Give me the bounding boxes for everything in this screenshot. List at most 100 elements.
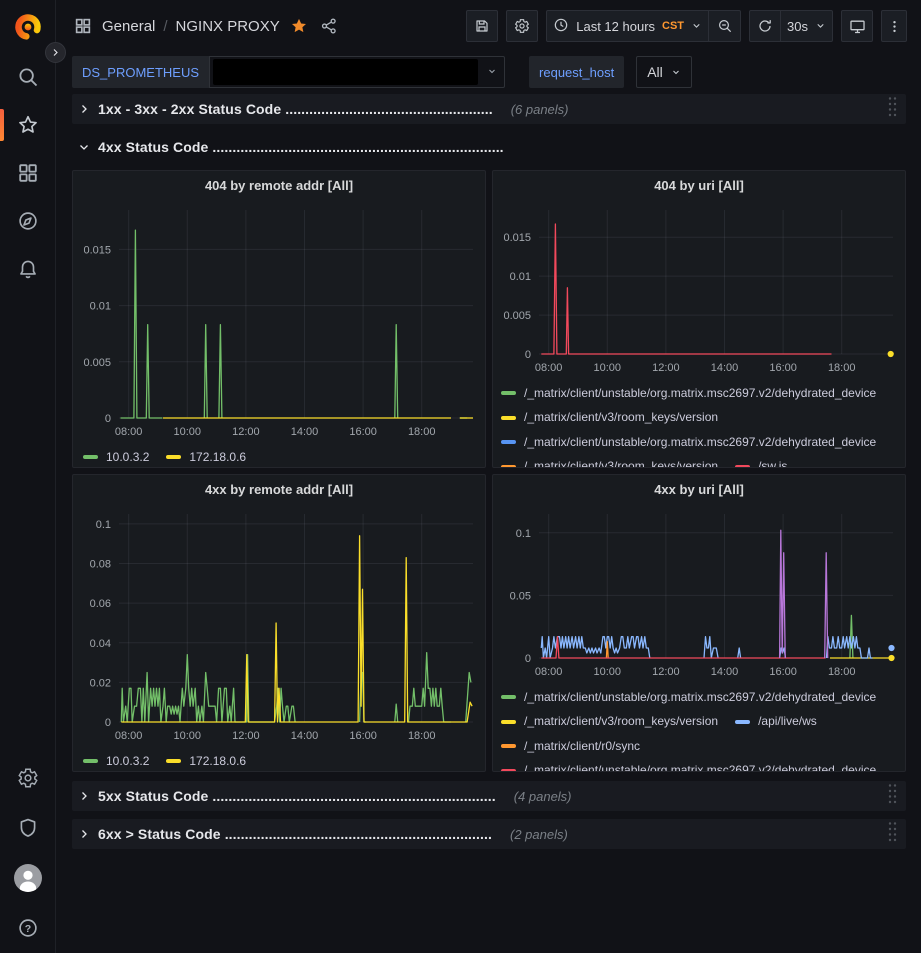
gear-icon bbox=[17, 767, 39, 789]
timezone-label: CST bbox=[662, 20, 684, 32]
legend-label: /_matrix/client/v3/room_keys/version bbox=[524, 710, 718, 733]
row-header-1xx-3xx-2xx[interactable]: 1xx - 3xx - 2xx Status Code ............… bbox=[72, 94, 906, 124]
host-variable-label[interactable]: request_host bbox=[529, 56, 624, 88]
timeseries-chart[interactable]: 00.0050.010.01508:0010:0012:0014:0016:00… bbox=[493, 200, 905, 380]
legend-item[interactable]: /_matrix/client/v3/room_keys/version bbox=[501, 455, 718, 467]
drag-handle-icon[interactable] bbox=[887, 95, 898, 124]
sidebar-item-alerting[interactable] bbox=[0, 252, 55, 286]
dashboard-settings-button[interactable] bbox=[506, 10, 538, 42]
sidebar-item-profile[interactable] bbox=[14, 861, 42, 895]
sidebar-item-server-admin[interactable] bbox=[14, 811, 42, 845]
svg-text:14:00: 14:00 bbox=[291, 426, 319, 438]
legend-swatch bbox=[501, 744, 516, 748]
row-header-6xx[interactable]: 6xx > Status Code ......................… bbox=[72, 819, 906, 849]
svg-text:0: 0 bbox=[525, 653, 531, 665]
svg-text:14:00: 14:00 bbox=[711, 362, 739, 374]
chart-legend: 10.0.3.2 172.18.0.6 bbox=[73, 748, 485, 771]
drag-handle-icon[interactable] bbox=[887, 782, 898, 811]
legend-item[interactable]: /_matrix/client/unstable/org.matrix.msc2… bbox=[501, 686, 876, 709]
datasource-variable-dropdown[interactable] bbox=[209, 56, 505, 88]
svg-text:10:00: 10:00 bbox=[594, 666, 622, 678]
panel-title[interactable]: 404 by uri [All] bbox=[493, 171, 905, 200]
chart-legend: /_matrix/client/unstable/org.matrix.msc2… bbox=[493, 380, 905, 467]
sidebar-item-configuration[interactable] bbox=[14, 761, 42, 795]
legend-item[interactable]: /api/live/ws bbox=[735, 710, 817, 733]
svg-text:18:00: 18:00 bbox=[828, 362, 856, 374]
angle-down-icon bbox=[78, 141, 90, 153]
legend-item[interactable]: /_matrix/client/unstable/org.matrix.msc2… bbox=[501, 382, 876, 405]
legend-label: /_matrix/client/v3/room_keys/version bbox=[524, 406, 718, 429]
sidebar-expand-button[interactable] bbox=[45, 42, 66, 63]
legend-swatch bbox=[501, 391, 516, 395]
legend-item[interactable]: /sw.js bbox=[735, 455, 787, 467]
share-icon[interactable] bbox=[318, 15, 340, 37]
row-header-4xx[interactable]: 4xx Status Code ........................… bbox=[72, 132, 906, 162]
legend-item[interactable]: /_matrix/client/v3/room_keys/version bbox=[501, 406, 718, 429]
timeseries-chart[interactable]: 00.0050.010.01508:0010:0012:0014:0016:00… bbox=[73, 200, 485, 444]
breadcrumb-section[interactable]: General bbox=[102, 18, 155, 35]
host-variable-value: All bbox=[647, 64, 663, 80]
sidebar-item-search[interactable] bbox=[0, 60, 55, 94]
svg-text:0.04: 0.04 bbox=[90, 638, 111, 650]
time-range-picker[interactable]: Last 12 hours CST bbox=[546, 10, 709, 42]
breadcrumb-separator: / bbox=[163, 18, 167, 35]
legend-item[interactable]: 172.18.0.6 bbox=[166, 750, 246, 772]
sidebar-item-starred[interactable] bbox=[0, 108, 55, 142]
datasource-variable-label[interactable]: DS_PROMETHEUS bbox=[72, 56, 209, 88]
sidebar-item-help[interactable]: ? bbox=[14, 911, 42, 945]
panel-title[interactable]: 4xx by remote addr [All] bbox=[73, 475, 485, 504]
legend-swatch bbox=[735, 720, 750, 724]
refresh-interval-label: 30s bbox=[787, 19, 808, 34]
legend-item[interactable]: 10.0.3.2 bbox=[83, 750, 149, 772]
drag-handle-icon[interactable] bbox=[887, 820, 898, 849]
sidebar-item-dashboards[interactable] bbox=[0, 156, 55, 190]
time-range-label: Last 12 hours bbox=[576, 19, 655, 34]
legend-item[interactable]: /_matrix/client/unstable/org.matrix.msc2… bbox=[501, 431, 876, 454]
legend-item[interactable]: /_matrix/client/v3/room_keys/version bbox=[501, 710, 718, 733]
svg-text:?: ? bbox=[24, 923, 30, 935]
star-icon bbox=[17, 114, 39, 136]
timeseries-chart[interactable]: 00.020.040.060.080.108:0010:0012:0014:00… bbox=[73, 504, 485, 748]
svg-text:0: 0 bbox=[105, 717, 111, 729]
row-panel-count: (6 panels) bbox=[511, 102, 569, 117]
compass-icon bbox=[17, 210, 39, 232]
favorite-star-icon[interactable] bbox=[288, 15, 310, 37]
panel-title[interactable]: 4xx by uri [All] bbox=[493, 475, 905, 504]
clock-icon bbox=[553, 17, 569, 36]
legend-swatch bbox=[501, 416, 516, 420]
row-panel-count: (4 panels) bbox=[514, 789, 572, 804]
legend-label: /_matrix/client/unstable/org.matrix.msc2… bbox=[524, 759, 876, 771]
panel-title[interactable]: 404 by remote addr [All] bbox=[73, 171, 485, 200]
svg-text:16:00: 16:00 bbox=[349, 730, 377, 742]
timeseries-chart[interactable]: 00.050.108:0010:0012:0014:0016:0018:00 bbox=[493, 504, 905, 684]
breadcrumb-dashboard-title[interactable]: NGINX PROXY bbox=[176, 18, 280, 35]
sidebar-item-explore[interactable] bbox=[0, 204, 55, 238]
grafana-logo-icon[interactable] bbox=[13, 12, 43, 42]
kiosk-mode-button[interactable] bbox=[841, 10, 873, 42]
refresh-interval-dropdown[interactable]: 30s bbox=[781, 10, 833, 42]
legend-swatch bbox=[735, 465, 750, 468]
legend-label: 172.18.0.6 bbox=[189, 750, 246, 772]
refresh-button[interactable] bbox=[749, 10, 781, 42]
panel-404-by-remote-addr: 404 by remote addr [All] 00.0050.010.015… bbox=[72, 170, 486, 468]
angle-right-icon bbox=[78, 103, 90, 115]
svg-text:12:00: 12:00 bbox=[652, 362, 680, 374]
kebab-menu-button[interactable] bbox=[881, 10, 907, 42]
svg-text:14:00: 14:00 bbox=[711, 666, 739, 678]
chevron-down-icon bbox=[480, 63, 504, 81]
svg-text:18:00: 18:00 bbox=[828, 666, 856, 678]
legend-item[interactable]: /_matrix/client/unstable/org.matrix.msc2… bbox=[501, 759, 876, 771]
legend-item[interactable]: 172.18.0.6 bbox=[166, 446, 246, 468]
legend-swatch bbox=[501, 720, 516, 724]
panel-4xx-by-uri: 4xx by uri [All] 00.050.108:0010:0012:00… bbox=[492, 474, 906, 772]
svg-text:18:00: 18:00 bbox=[408, 730, 436, 742]
zoom-out-time-button[interactable] bbox=[709, 10, 741, 42]
panel-404-by-uri: 404 by uri [All] 00.0050.010.01508:0010:… bbox=[492, 170, 906, 468]
row-header-5xx[interactable]: 5xx Status Code ........................… bbox=[72, 781, 906, 811]
legend-item[interactable]: 10.0.3.2 bbox=[83, 446, 149, 468]
legend-item[interactable]: /_matrix/client/r0/sync bbox=[501, 735, 640, 758]
host-variable-dropdown[interactable]: All bbox=[636, 56, 692, 88]
apps-grid-icon bbox=[72, 15, 94, 37]
save-dashboard-button[interactable] bbox=[466, 10, 498, 42]
legend-label: /_matrix/client/unstable/org.matrix.msc2… bbox=[524, 686, 876, 709]
